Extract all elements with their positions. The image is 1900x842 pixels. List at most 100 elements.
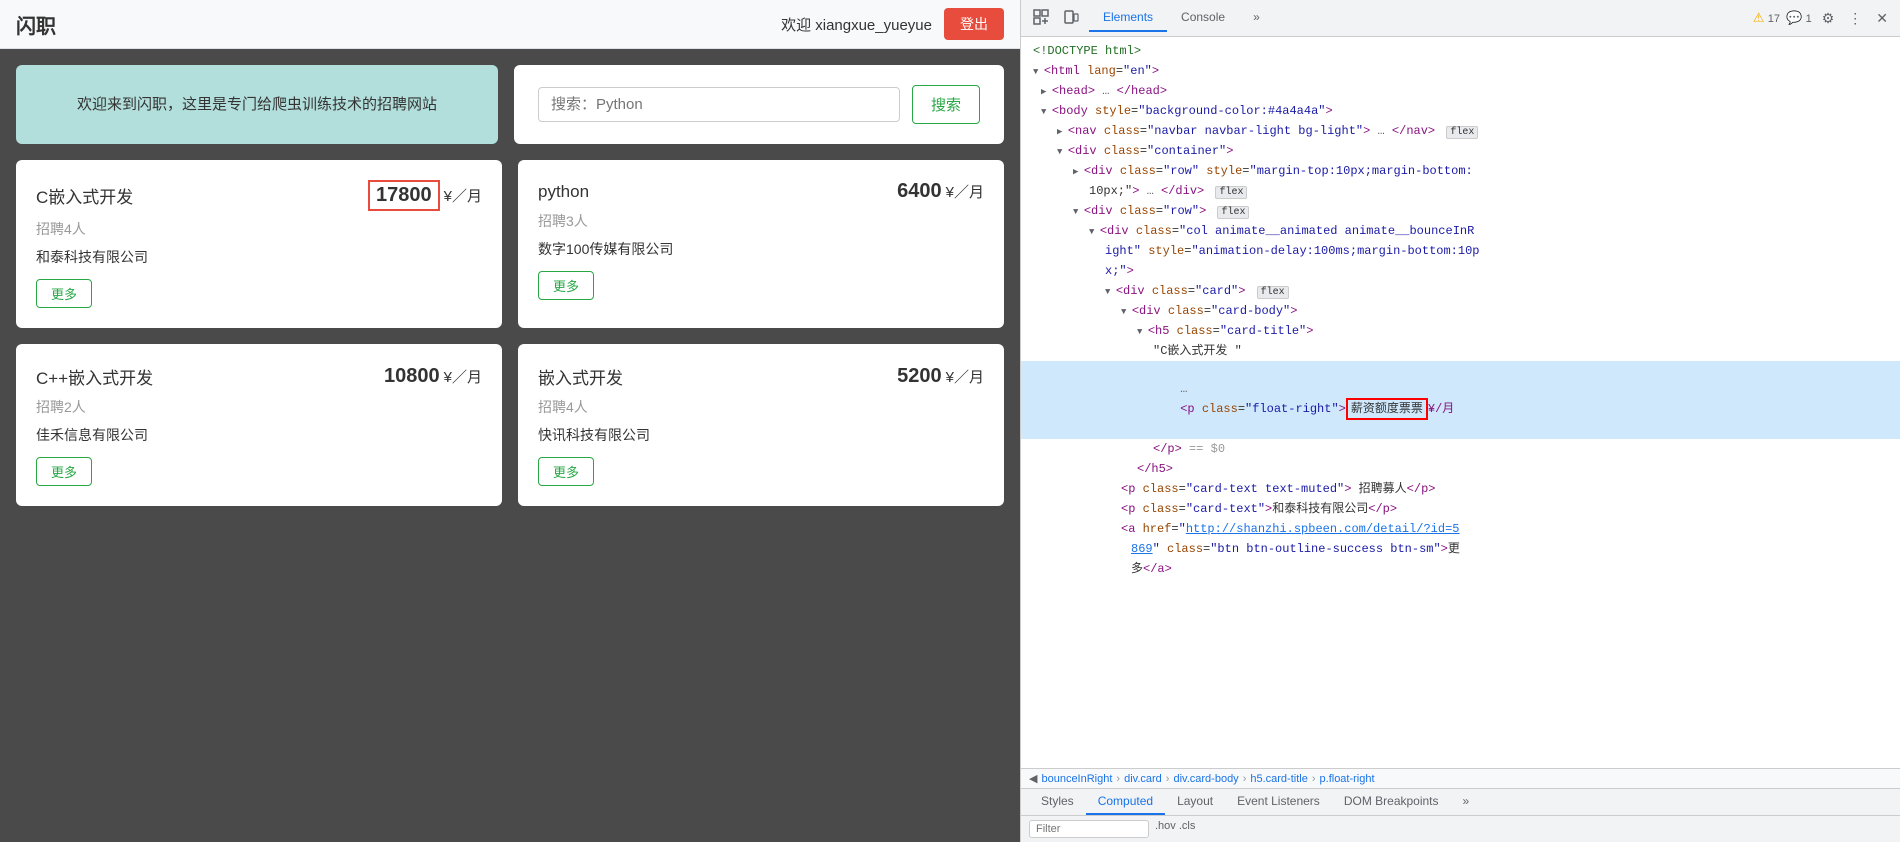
warning-badge: ⚠ 17	[1753, 10, 1780, 26]
navbar: 闪职 欢迎 xiangxue_yueyue 登出	[0, 0, 1020, 49]
breadcrumb-bar: ◀ bounceInRight › div.card › div.card-bo…	[1021, 768, 1900, 788]
breadcrumb-bounce[interactable]: bounceInRight	[1041, 773, 1112, 785]
filter-bar: .hov .cls	[1021, 816, 1900, 842]
card-3-salary: 5200 ¥／月	[897, 365, 984, 388]
card-1-title-row: python 6400 ¥／月	[538, 180, 984, 203]
card-1-salary: 6400 ¥／月	[897, 180, 984, 203]
card-2-company: 佳禾信息有限公司	[36, 425, 482, 445]
search-input[interactable]	[538, 87, 900, 122]
card-3-title-row: 嵌入式开发 5200 ¥／月	[538, 364, 984, 389]
card-0-salary: 17800 ¥／月	[368, 180, 482, 211]
html-line-div-row1: <div class="row" style="margin-top:10px;…	[1021, 161, 1900, 181]
card-0-salary-unit: ¥／月	[444, 185, 482, 206]
card-2-salary-unit: ¥／月	[444, 366, 482, 387]
card-2-title: C++嵌入式开发	[36, 364, 153, 389]
breadcrumb-p-float[interactable]: p.float-right	[1320, 773, 1375, 785]
more-options-icon[interactable]: ⋮	[1844, 8, 1866, 29]
close-devtools-icon[interactable]: ✕	[1872, 8, 1892, 29]
html-line-div-row1b: 10px;"> … </div> flex	[1021, 181, 1900, 201]
tab-event-listeners[interactable]: Event Listeners	[1225, 789, 1332, 815]
tab-layout[interactable]: Layout	[1165, 789, 1225, 815]
navbar-right: 欢迎 xiangxue_yueyue 登出	[781, 8, 1004, 40]
html-line-h5-text: "C嵌入式开发 "	[1021, 341, 1900, 361]
card-3-hire: 招聘4人	[538, 397, 984, 417]
search-button[interactable]: 搜索	[912, 85, 980, 124]
card-1: python 6400 ¥／月 招聘3人 数字100传媒有限公司 更多	[518, 160, 1004, 328]
tab-styles[interactable]: Styles	[1029, 789, 1086, 815]
card-3-salary-amount: 5200	[897, 365, 942, 388]
html-line-a-more3: 多</a>	[1021, 559, 1900, 579]
devtools-bottom-panel: Styles Computed Layout Event Listeners D…	[1021, 788, 1900, 842]
device-icon[interactable]	[1059, 7, 1083, 30]
welcome-text: 欢迎 xiangxue_yueyue	[781, 14, 932, 35]
html-line-p-muted: <p class="card-text text-muted"> 招聘募人</p…	[1021, 479, 1900, 499]
cards-row-2: C++嵌入式开发 10800 ¥／月 招聘2人 佳禾信息有限公司 更多 嵌入式开…	[16, 344, 1004, 506]
main-content: 欢迎来到闪职，这里是专门给爬虫训练技术的招聘网站 搜索 C嵌入式开发 17800…	[0, 49, 1020, 842]
tab-computed[interactable]: Computed	[1086, 789, 1165, 815]
html-line-body: <body style="background-color:#4a4a4a">	[1021, 101, 1900, 121]
card-0-title-row: C嵌入式开发 17800 ¥／月	[36, 180, 482, 211]
card-0-salary-amount: 17800	[368, 180, 440, 211]
card-0-hire: 招聘4人	[36, 219, 482, 239]
devtools-tabs: Elements Console »	[1089, 4, 1747, 32]
html-line-div-card-body: <div class="card-body">	[1021, 301, 1900, 321]
left-panel: 闪职 欢迎 xiangxue_yueyue 登出 欢迎来到闪职，这里是专门给爬虫…	[0, 0, 1020, 842]
html-line-div-col: <div class="col animate__animated animat…	[1021, 221, 1900, 241]
devtools-html-content: <!DOCTYPE html> <html lang="en"> <head> …	[1021, 37, 1900, 768]
bottom-tabs: Styles Computed Layout Event Listeners D…	[1021, 789, 1900, 816]
html-line-html: <html lang="en">	[1021, 61, 1900, 81]
html-line-p-selected[interactable]: … <p class="float-right">薪资额度票票¥/月	[1021, 361, 1900, 439]
card-2-more-button[interactable]: 更多	[36, 457, 92, 486]
card-3-more-button[interactable]: 更多	[538, 457, 594, 486]
tab-bottom-more[interactable]: »	[1451, 789, 1482, 815]
filter-input[interactable]	[1029, 820, 1149, 838]
app-brand: 闪职	[16, 10, 56, 39]
card-2-hire: 招聘2人	[36, 397, 482, 417]
html-line-doctype: <!DOCTYPE html>	[1021, 41, 1900, 61]
tab-more[interactable]: »	[1239, 4, 1274, 32]
card-0: C嵌入式开发 17800 ¥／月 招聘4人 和泰科技有限公司 更多	[16, 160, 502, 328]
top-row: 欢迎来到闪职，这里是专门给爬虫训练技术的招聘网站 搜索	[16, 65, 1004, 144]
html-line-a-more: <a href="http://shanzhi.spbeen.com/detai…	[1021, 519, 1900, 539]
devtools-top-bar: Elements Console » ⚠ 17 💬 1 ⚙ ⋮ ✕	[1021, 0, 1900, 37]
devtools-right-icons: ⚠ 17 💬 1 ⚙ ⋮ ✕	[1753, 8, 1892, 29]
card-0-title: C嵌入式开发	[36, 183, 133, 208]
cards-row-1: C嵌入式开发 17800 ¥／月 招聘4人 和泰科技有限公司 更多 python…	[16, 160, 1004, 328]
settings-icon[interactable]: ⚙	[1818, 8, 1839, 29]
card-3-title: 嵌入式开发	[538, 364, 623, 389]
card-1-company: 数字100传媒有限公司	[538, 239, 984, 259]
breadcrumb-div-card[interactable]: div.card	[1124, 773, 1162, 785]
banner-text: 欢迎来到闪职，这里是专门给爬虫训练技术的招聘网站	[77, 93, 437, 117]
breadcrumb-div-card-body[interactable]: div.card-body	[1173, 773, 1238, 785]
html-line-div-card: <div class="card"> flex	[1021, 281, 1900, 301]
card-3-company: 快讯科技有限公司	[538, 425, 984, 445]
search-box: 搜索	[514, 65, 1004, 144]
inspect-icon[interactable]	[1029, 7, 1053, 30]
welcome-banner: 欢迎来到闪职，这里是专门给爬虫训练技术的招聘网站	[16, 65, 498, 144]
html-line-div-col3: x;">	[1021, 261, 1900, 281]
card-1-more-button[interactable]: 更多	[538, 271, 594, 300]
card-1-title: python	[538, 182, 589, 202]
html-line-h5-close: </h5>	[1021, 459, 1900, 479]
breadcrumb-h5[interactable]: h5.card-title	[1250, 773, 1307, 785]
tab-console[interactable]: Console	[1167, 4, 1239, 32]
logout-button[interactable]: 登出	[944, 8, 1004, 40]
card-1-salary-amount: 6400	[897, 180, 942, 203]
html-line-p-company: <p class="card-text">和泰科技有限公司</p>	[1021, 499, 1900, 519]
card-3-salary-unit: ¥／月	[946, 366, 984, 387]
filter-hint: .hov .cls	[1155, 820, 1195, 838]
card-0-more-button[interactable]: 更多	[36, 279, 92, 308]
html-line-a-more2: 869" class="btn btn-outline-success btn-…	[1021, 539, 1900, 559]
html-line-head: <head> … </head>	[1021, 81, 1900, 101]
tab-elements[interactable]: Elements	[1089, 4, 1167, 32]
html-line-p-close: </p> == $0	[1021, 439, 1900, 459]
html-line-nav: <nav class="navbar navbar-light bg-light…	[1021, 121, 1900, 141]
devtools-panel: Elements Console » ⚠ 17 💬 1 ⚙ ⋮ ✕ <!DOCT…	[1020, 0, 1900, 842]
html-line-div-container: <div class="container">	[1021, 141, 1900, 161]
card-2-title-row: C++嵌入式开发 10800 ¥／月	[36, 364, 482, 389]
card-1-salary-unit: ¥／月	[946, 181, 984, 202]
tab-dom-breakpoints[interactable]: DOM Breakpoints	[1332, 789, 1451, 815]
card-0-company: 和泰科技有限公司	[36, 247, 482, 267]
card-1-hire: 招聘3人	[538, 211, 984, 231]
card-3: 嵌入式开发 5200 ¥／月 招聘4人 快讯科技有限公司 更多	[518, 344, 1004, 506]
